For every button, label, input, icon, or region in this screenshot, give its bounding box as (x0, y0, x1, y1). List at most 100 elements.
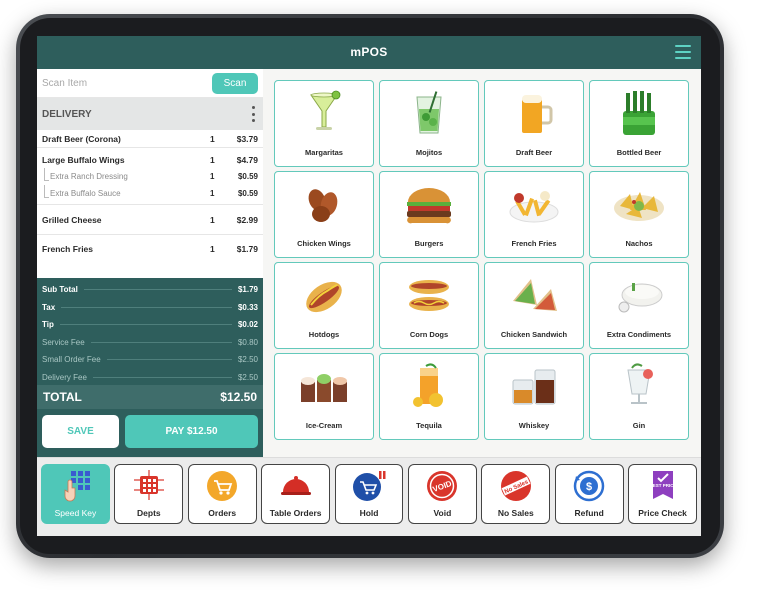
depts-button[interactable]: Depts (114, 464, 184, 524)
product-tile-corn-dogs[interactable]: Corn Dogs (379, 262, 479, 349)
tax-row: Tax $0.33 (42, 302, 258, 312)
product-label: Chicken Sandwich (500, 330, 568, 339)
order-item[interactable]: Draft Beer (Corona) 1 $3.79 (37, 130, 263, 148)
product-label: Margaritas (305, 148, 343, 157)
small-order-fee-row: Small Order Fee $2.50 (42, 355, 258, 365)
function-bar: Speed Key Depts Orders Table Orders Hold… (37, 457, 701, 536)
order-type-label: DELIVERY (42, 108, 92, 120)
order-item[interactable]: French Fries 1 $1.79 (37, 235, 263, 262)
scan-button[interactable]: Scan (212, 72, 258, 94)
product-tile-gin[interactable]: Gin (589, 353, 689, 440)
item-price: $3.79 (236, 133, 258, 144)
refund-icon: $ (573, 470, 605, 502)
item-name: Grilled Cheese (42, 214, 102, 225)
item-modifier: Extra Buffalo Sauce 1 $0.59 (42, 185, 258, 202)
save-button[interactable]: SAVE (42, 415, 119, 448)
product-tile-bottled-beer[interactable]: Bottled Beer (589, 80, 689, 167)
product-label: Tequila (416, 421, 442, 430)
total-bar: TOTAL $12.50 (37, 385, 263, 409)
no-sales-button[interactable]: No Sales No Sales (481, 464, 551, 524)
burger-icon (407, 188, 451, 224)
refund-label: Refund (574, 508, 604, 518)
subtotal-row: Sub Total $1.79 (42, 285, 258, 295)
tip-row: Tip $0.02 (42, 320, 258, 330)
hamburger-menu-icon[interactable] (675, 45, 691, 59)
product-label: Bottled Beer (616, 148, 662, 157)
item-price: $2.99 (236, 214, 258, 225)
item-modifier: Extra Ranch Dressing 1 $0.59 (42, 168, 258, 185)
tequila-icon (413, 363, 443, 407)
item-qty: 1 (210, 154, 215, 165)
speed-key-icon (65, 471, 91, 502)
order-panel: Scan DELIVERY Draft Beer (Corona) 1 $3.79 … (37, 69, 263, 457)
product-tile-mojitos[interactable]: Mojitos (379, 80, 479, 167)
item-name: Draft Beer (Corona) (42, 133, 121, 144)
product-label: Corn Dogs (409, 330, 449, 339)
orders-icon (207, 471, 238, 501)
price-check-label: Price Check (638, 508, 687, 518)
void-button[interactable]: VOID Void (407, 464, 477, 524)
sandwich-icon (513, 279, 557, 311)
product-label: Whiskey (518, 421, 550, 430)
whiskey-icon (512, 369, 556, 405)
void-label: Void (433, 508, 452, 518)
svg-text:BEST PRICE: BEST PRICE (649, 483, 676, 488)
price-check-button[interactable]: BEST PRICE Price Check (628, 464, 698, 524)
product-tile-chicken-sandwich[interactable]: Chicken Sandwich (484, 262, 584, 349)
product-label: Hotdogs (308, 330, 340, 339)
order-item[interactable]: Large Buffalo Wings 1 $4.79 Extra Ranch Dr… (37, 151, 263, 205)
order-type-header: DELIVERY (37, 98, 263, 130)
totals-panel: Sub Total $1.79 Tax $0.33 Tip $0.02 Service… (37, 278, 263, 385)
product-label: Draft Beer (515, 148, 553, 157)
delivery-fee-row: Delivery Fee $2.50 (42, 372, 258, 382)
product-tile-ice-cream[interactable]: Ice-Cream (274, 353, 374, 440)
refund-button[interactable]: $ Refund (554, 464, 624, 524)
product-tile-french-fries[interactable]: French Fries (484, 171, 584, 258)
scan-item-input[interactable] (42, 72, 212, 94)
order-item[interactable]: Grilled Cheese 1 $2.99 (37, 205, 263, 235)
hotdog-icon (306, 281, 342, 313)
product-tile-burgers[interactable]: Burgers (379, 171, 479, 258)
product-label: Gin (632, 421, 646, 430)
beer-bottles-icon (623, 91, 655, 135)
product-tile-hotdogs[interactable]: Hotdogs (274, 262, 374, 349)
product-tile-tequila[interactable]: Tequila (379, 353, 479, 440)
depts-icon (133, 470, 164, 500)
total-value: $12.50 (220, 390, 257, 404)
product-tile-margaritas[interactable]: Margaritas (274, 80, 374, 167)
product-label: Ice-Cream (305, 421, 343, 430)
no-sales-icon: No Sales (500, 471, 531, 501)
hold-label: Hold (359, 508, 379, 518)
price-check-icon: BEST PRICE (649, 471, 676, 499)
speed-key-label: Speed Key (54, 508, 97, 518)
table-orders-button[interactable]: Table Orders (261, 464, 331, 524)
orders-button[interactable]: Orders (187, 464, 257, 524)
product-grid: Margaritas Mojitos Draft Beer Bottled Be… (274, 80, 690, 443)
item-name: Large Buffalo Wings (42, 154, 125, 165)
item-price: $1.79 (236, 243, 258, 254)
product-tile-extra-condiments[interactable]: Extra Condiments (589, 262, 689, 349)
product-label: Burgers (414, 239, 444, 248)
product-tile-chicken-wings[interactable]: Chicken Wings (274, 171, 374, 258)
gin-icon (627, 363, 653, 404)
beer-mug-icon (522, 95, 553, 133)
service-fee-row: Service Fee $0.80 (42, 337, 258, 347)
nachos-icon (614, 192, 664, 221)
hold-icon (353, 471, 386, 501)
product-tile-whiskey[interactable]: Whiskey (484, 353, 584, 440)
product-label: Nachos (625, 239, 653, 248)
item-qty: 1 (210, 243, 215, 254)
table-orders-label: Table Orders (269, 508, 322, 518)
pay-button[interactable]: PAY $12.50 (125, 415, 258, 448)
hold-button[interactable]: Hold (334, 464, 404, 524)
speed-key-button[interactable]: Speed Key (41, 464, 110, 524)
fries-icon (509, 191, 559, 223)
chicken-wings-icon (308, 189, 338, 222)
margarita-icon (310, 90, 341, 130)
no-sales-label: No Sales (497, 508, 534, 518)
corn-dog-icon (409, 280, 449, 311)
product-tile-nachos[interactable]: Nachos (589, 171, 689, 258)
product-tile-draft-beer[interactable]: Draft Beer (484, 80, 584, 167)
app-screen: mPOS Scan DELIVERY Draft Beer (Corona) 1 $… (37, 36, 701, 536)
more-options-icon[interactable] (248, 106, 258, 122)
